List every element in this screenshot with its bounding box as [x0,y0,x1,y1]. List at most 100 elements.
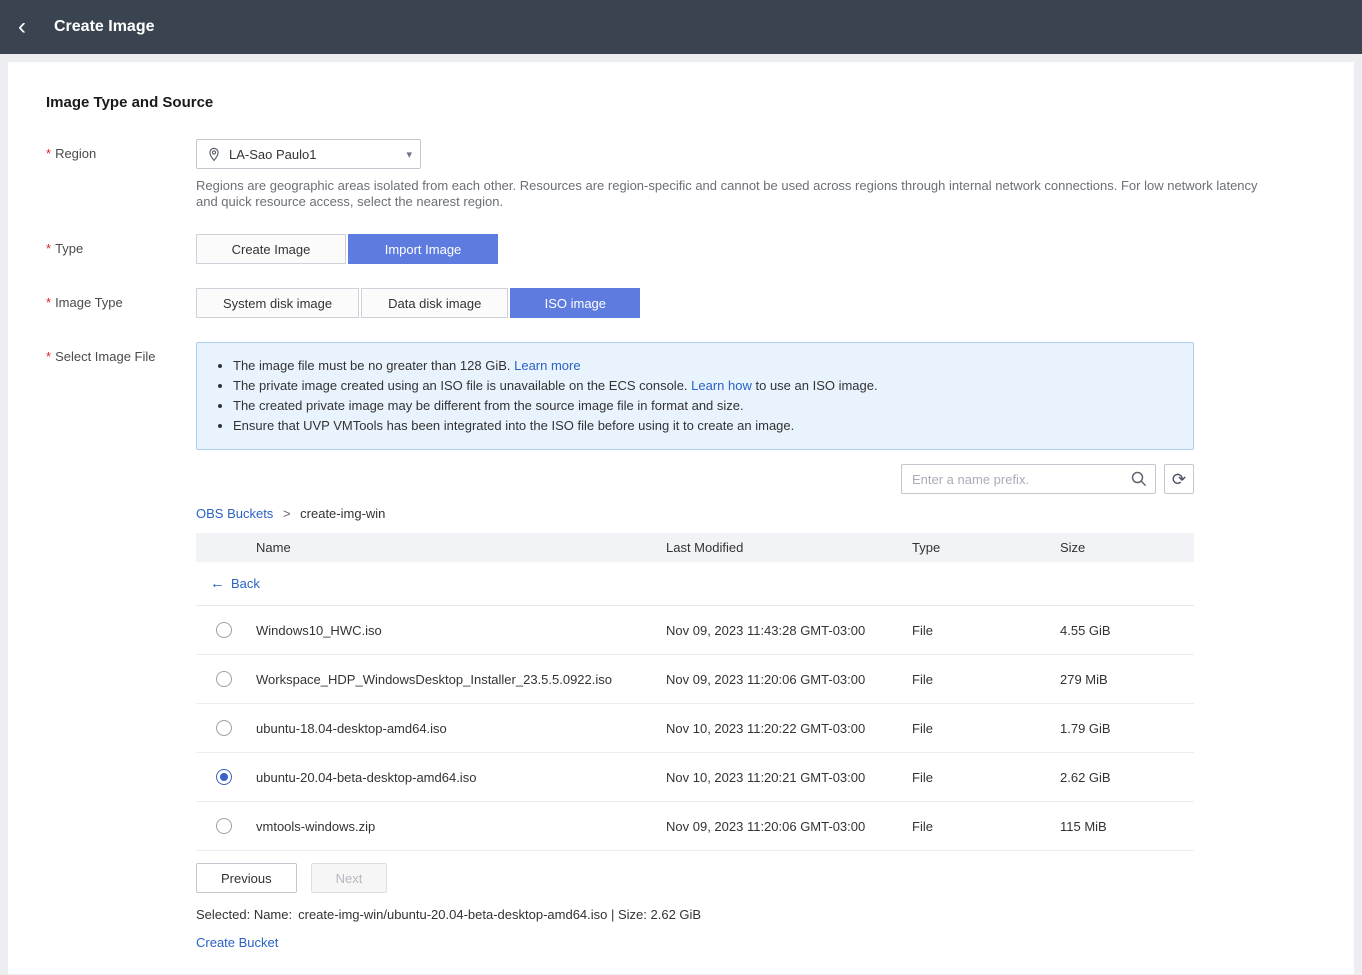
notes-list: The image file must be no greater than 1… [211,356,1175,436]
file-type: File [902,721,1046,736]
info-note-item: The private image created using an ISO f… [233,376,1175,396]
file-size: 279 MiB [1046,672,1194,687]
required-marker: * [46,241,51,256]
create-bucket-link[interactable]: Create Bucket [196,935,278,950]
radio-cell [196,818,246,834]
iso-info-box: The image file must be no greater than 1… [196,342,1194,450]
image-type-option-iso-image[interactable]: ISO image [510,288,640,318]
table-row[interactable]: ubuntu-20.04-beta-desktop-amd64.iso Nov … [196,753,1194,802]
column-header-type: Type [902,540,1046,555]
file-toolbar: ⟳ [196,464,1194,494]
location-pin-icon [207,147,221,162]
select-image-file-label: *Select Image File [46,342,196,450]
breadcrumb-separator: > [283,506,291,521]
column-header-last-modified: Last Modified [656,540,902,555]
file-name: vmtools-windows.zip [246,819,656,834]
region-value: LA-Sao Paulo1 [229,147,406,162]
column-header-size: Size [1046,540,1194,555]
image-type-row: *Image Type System disk imageData disk i… [46,288,1316,318]
file-name: Windows10_HWC.iso [246,623,656,638]
radio-cell [196,720,246,736]
folder-back-link[interactable]: Back [231,576,260,591]
table-row[interactable]: Workspace_HDP_WindowsDesktop_Installer_2… [196,655,1194,704]
table-row[interactable]: vmtools-windows.zip Nov 09, 2023 11:20:0… [196,802,1194,851]
column-header-name: Name [246,540,656,555]
type-label: *Type [46,234,196,264]
next-button[interactable]: Next [311,863,388,893]
previous-button[interactable]: Previous [196,863,297,893]
table-row[interactable]: Windows10_HWC.iso Nov 09, 2023 11:43:28 … [196,606,1194,655]
region-help-text: Regions are geographic areas isolated fr… [196,178,1264,210]
file-last-modified: Nov 09, 2023 11:43:28 GMT-03:00 [656,623,902,638]
arrow-left-icon: ← [210,575,225,592]
note-text: The created private image may be differe… [233,398,744,413]
type-option-import-image[interactable]: Import Image [348,234,498,264]
region-select[interactable]: LA-Sao Paulo1 ▾ [196,139,421,169]
search-icon[interactable] [1130,470,1148,488]
wizard-actions: Previous Next [196,863,1194,893]
note-text: Ensure that UVP VMTools has been integra… [233,418,794,433]
file-radio[interactable] [216,671,232,687]
note-text: The image file must be no greater than 1… [233,358,514,373]
note-text-suffix: to use an ISO image. [752,378,878,393]
file-type: File [902,770,1046,785]
select-image-file-row: *Select Image File The image file must b… [46,342,1316,450]
type-toggle-group: Create ImageImport Image [196,234,1316,264]
file-type: File [902,623,1046,638]
file-radio[interactable] [216,720,232,736]
file-size: 4.55 GiB [1046,623,1194,638]
required-marker: * [46,295,51,310]
file-table-body: Windows10_HWC.iso Nov 09, 2023 11:43:28 … [196,606,1194,851]
file-last-modified: Nov 10, 2023 11:20:21 GMT-03:00 [656,770,902,785]
region-label: *Region [46,139,196,210]
info-note-item: The image file must be no greater than 1… [233,356,1175,376]
required-marker: * [46,146,51,161]
file-table: Name Last Modified Type Size ← Back Wind… [196,533,1194,851]
page-header: ‹ Create Image [0,0,1362,54]
file-name: ubuntu-20.04-beta-desktop-amd64.iso [246,770,656,785]
selected-summary-label: Selected: Name: [196,907,292,922]
type-option-create-image[interactable]: Create Image [196,234,346,264]
refresh-button[interactable]: ⟳ [1164,464,1194,494]
file-radio[interactable] [216,769,232,785]
file-size: 1.79 GiB [1046,721,1194,736]
search-input[interactable] [901,464,1156,494]
breadcrumb: OBS Buckets > create-img-win [196,506,1194,521]
radio-cell [196,622,246,638]
file-type: File [902,672,1046,687]
content-card: Image Type and Source *Region LA-Sao Pau… [8,62,1354,974]
file-size: 2.62 GiB [1046,770,1194,785]
breadcrumb-current-bucket: create-img-win [300,506,385,521]
image-type-label: *Image Type [46,288,196,318]
radio-cell [196,671,246,687]
table-header: Name Last Modified Type Size [196,533,1194,562]
note-link[interactable]: Learn how [691,378,752,393]
note-link[interactable]: Learn more [514,358,580,373]
image-type-option-system-disk-image[interactable]: System disk image [196,288,359,318]
search-box [901,464,1156,494]
folder-back-row[interactable]: ← Back [196,562,1194,606]
file-type: File [902,819,1046,834]
file-radio[interactable] [216,622,232,638]
chevron-down-icon: ▾ [406,148,412,161]
table-row[interactable]: ubuntu-18.04-desktop-amd64.iso Nov 10, 2… [196,704,1194,753]
region-row: *Region LA-Sao Paulo1 ▾ Regions are geog… [46,139,1316,210]
info-note-item: Ensure that UVP VMTools has been integra… [233,416,1175,436]
file-size: 115 MiB [1046,819,1194,834]
file-last-modified: Nov 09, 2023 11:20:06 GMT-03:00 [656,672,902,687]
info-note-item: The created private image may be differe… [233,396,1175,416]
required-marker: * [46,349,51,364]
section-title: Image Type and Source [46,94,1316,111]
file-radio[interactable] [216,818,232,834]
selected-summary-value: create-img-win/ubuntu-20.04-beta-desktop… [298,907,701,922]
selected-summary: Selected: Name: create-img-win/ubuntu-20.… [196,907,1194,922]
breadcrumb-obs-buckets-link[interactable]: OBS Buckets [196,506,273,521]
file-name: Workspace_HDP_WindowsDesktop_Installer_2… [246,672,656,687]
image-type-toggle-group: System disk imageData disk imageISO imag… [196,288,1316,318]
file-last-modified: Nov 09, 2023 11:20:06 GMT-03:00 [656,819,902,834]
type-row: *Type Create ImageImport Image [46,234,1316,264]
back-chevron-icon[interactable]: ‹ [18,15,46,39]
radio-cell [196,769,246,785]
note-text: The private image created using an ISO f… [233,378,691,393]
image-type-option-data-disk-image[interactable]: Data disk image [361,288,508,318]
